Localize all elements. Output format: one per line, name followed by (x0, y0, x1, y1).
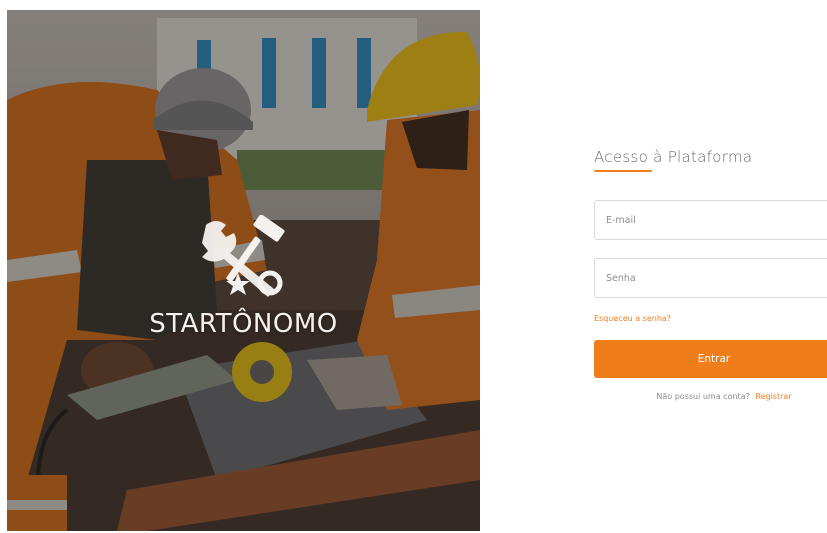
email-field[interactable] (594, 200, 827, 240)
brand: STARTÔNOMO (7, 215, 480, 339)
forgot-password-link[interactable]: Esqueceu a senha? (594, 314, 671, 323)
login-form: Acesso à Plataforma Esqueceu a senha? En… (594, 148, 827, 401)
register-link[interactable]: Registrar (755, 392, 791, 401)
enter-button[interactable]: Entrar (594, 340, 827, 378)
login-page: STARTÔNOMO Acesso à Plataforma Esqueceu … (0, 0, 827, 533)
title-underline (594, 170, 652, 172)
brand-name: STARTÔNOMO (149, 309, 338, 339)
form-title: Acesso à Plataforma (594, 148, 753, 166)
hero-panel: STARTÔNOMO (7, 10, 480, 531)
password-field[interactable] (594, 258, 827, 298)
register-prompt: Não possui uma conta? Registrar (594, 392, 827, 401)
tools-star-icon (201, 215, 285, 297)
no-account-text: Não possui uma conta? (656, 392, 750, 401)
